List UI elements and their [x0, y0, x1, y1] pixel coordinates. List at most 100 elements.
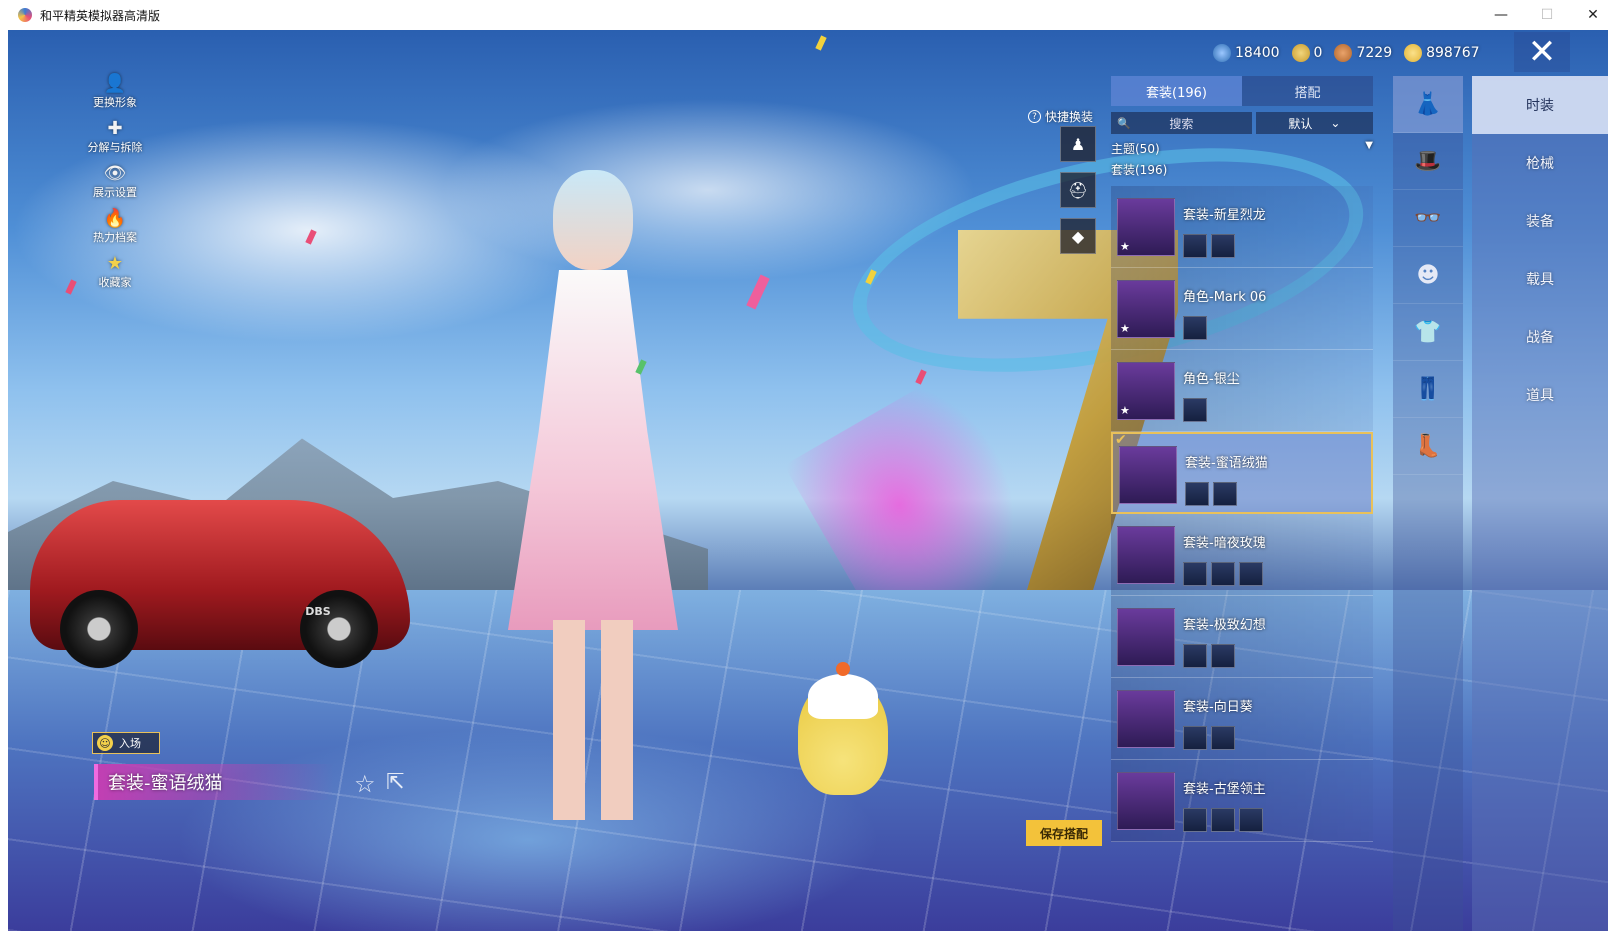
- glasses-icon[interactable]: 👓: [1393, 190, 1463, 247]
- confetti: [746, 274, 770, 310]
- currency-item[interactable]: 0: [1291, 44, 1323, 62]
- quick-slot-character[interactable]: ♟: [1060, 126, 1096, 162]
- quick-change[interactable]: ? 快捷换装: [1028, 108, 1093, 125]
- tool-change-appearance[interactable]: 👤 更换形象: [80, 70, 150, 115]
- tab-firearms[interactable]: 枪械: [1472, 134, 1608, 192]
- list-item[interactable]: ★ 角色-Mark 06: [1111, 268, 1373, 350]
- red-sports-car: [30, 500, 410, 668]
- tab-vehicles[interactable]: 载具: [1472, 250, 1608, 308]
- part-icon[interactable]: [1211, 234, 1235, 258]
- hat-icon[interactable]: 🎩: [1393, 133, 1463, 190]
- window-title: 和平精英模拟器高清版: [40, 8, 161, 23]
- suit-count: 套装(196): [1111, 163, 1168, 177]
- chick-pet: [798, 662, 888, 795]
- list-item[interactable]: ★ 角色-银尘: [1111, 350, 1373, 432]
- current-suit-banner: 套装-蜜语绒猫: [94, 764, 334, 800]
- mask-icon[interactable]: ☻: [1393, 247, 1463, 304]
- chick-hat-bobble: [836, 662, 850, 676]
- tool-collector[interactable]: ★ 收藏家: [80, 250, 150, 295]
- tab-combat-prep[interactable]: 战备: [1472, 308, 1608, 366]
- outfit-thumbnail: [1117, 690, 1175, 748]
- maximize-button[interactable]: ☐: [1524, 0, 1570, 30]
- chevron-down-icon: ⌄: [1330, 116, 1341, 130]
- minimize-button[interactable]: —: [1478, 0, 1524, 30]
- pants-icon[interactable]: 👖: [1393, 361, 1463, 418]
- character-silhouette-icon: ♟: [1070, 134, 1086, 154]
- search-placeholder: 搜索: [1169, 116, 1194, 131]
- favorite-star-icon[interactable]: ☆: [354, 770, 376, 798]
- player-character[interactable]: [438, 150, 738, 830]
- list-item[interactable]: 套装-暗夜玫瑰: [1111, 514, 1373, 596]
- tab-fashion[interactable]: 时装: [1472, 76, 1608, 134]
- list-item[interactable]: 套装-向日葵: [1111, 678, 1373, 760]
- gold-c-coin-icon: [1291, 44, 1310, 62]
- part-icon[interactable]: [1183, 398, 1207, 422]
- outfit-name: 套装-古堡领主: [1183, 782, 1266, 797]
- tool-label: 收藏家: [98, 276, 132, 289]
- outfit-name: 套装-新星烈龙: [1183, 208, 1266, 223]
- close-icon[interactable]: ✕: [1514, 32, 1570, 72]
- panel-tabs: 套装(196) 搭配: [1111, 76, 1373, 106]
- part-icon[interactable]: [1239, 562, 1263, 586]
- character-dress: [508, 270, 678, 630]
- outfit-name: 套装-蜜语绒猫: [1185, 456, 1268, 471]
- tool-disassemble[interactable]: ✚ 分解与拆除: [80, 115, 150, 160]
- tool-heat-archive[interactable]: 🔥 热力档案: [80, 205, 150, 250]
- tool-display-settings[interactable]: 👁 展示设置: [80, 160, 150, 205]
- tab-matching[interactable]: 搭配: [1242, 76, 1373, 106]
- outfit-thumbnail: ★: [1117, 198, 1175, 256]
- quick-slot-backpack[interactable]: ⛑: [1060, 172, 1096, 208]
- part-icon[interactable]: [1183, 316, 1207, 340]
- part-icon[interactable]: [1213, 482, 1237, 506]
- currency-item[interactable]: 18400: [1213, 44, 1280, 62]
- save-outfit-button[interactable]: 保存搭配: [1026, 820, 1102, 846]
- car-plate: DBS: [305, 605, 331, 618]
- part-icon[interactable]: [1183, 644, 1207, 668]
- part-icon[interactable]: [1239, 808, 1263, 832]
- outfit-name: 套装-暗夜玫瑰: [1183, 536, 1266, 551]
- sort-dropdown[interactable]: 默认 ⌄: [1255, 112, 1373, 134]
- theme-filter[interactable]: 主题(50) ▼: [1111, 140, 1373, 157]
- part-icon[interactable]: [1183, 808, 1207, 832]
- part-icon[interactable]: [1211, 562, 1235, 586]
- window-controls: — ☐ ✕: [1478, 0, 1616, 30]
- entrance-effect-button[interactable]: ☺ 入场: [92, 732, 160, 754]
- part-icon[interactable]: [1211, 726, 1235, 750]
- list-item[interactable]: 套装-古堡领主: [1111, 760, 1373, 842]
- game-viewport[interactable]: DBS 👤 更换形象 ✚ 分解与拆除 👁 展示设置 🔥 热力档案 ★ 收藏家 1…: [8, 30, 1608, 931]
- quick-slot-diamond[interactable]: ◆: [1060, 218, 1096, 254]
- currency-item[interactable]: 7229: [1334, 44, 1392, 62]
- tab-suits[interactable]: 套装(196): [1111, 76, 1242, 106]
- part-icon[interactable]: [1183, 562, 1207, 586]
- search-input[interactable]: 🔍 搜索: [1111, 112, 1252, 134]
- part-icon[interactable]: [1211, 808, 1235, 832]
- share-icon[interactable]: ⇱: [386, 770, 404, 795]
- list-item-selected[interactable]: ✔ 套装-蜜语绒猫: [1111, 432, 1373, 514]
- smiley-icon: ☺: [97, 735, 113, 751]
- triangle-down-icon: ▼: [1365, 140, 1373, 151]
- part-icon[interactable]: [1185, 482, 1209, 506]
- outfit-thumbnail: [1117, 608, 1175, 666]
- shirt-icon[interactable]: 👕: [1393, 304, 1463, 361]
- part-icon[interactable]: [1211, 644, 1235, 668]
- outfit-thumbnail: [1119, 446, 1177, 504]
- shoes-icon[interactable]: 👢: [1393, 418, 1463, 475]
- list-item[interactable]: 套装-极致幻想: [1111, 596, 1373, 678]
- tab-equipment[interactable]: 装备: [1472, 192, 1608, 250]
- part-icon[interactable]: [1183, 726, 1207, 750]
- outfit-name: 角色-Mark 06: [1183, 290, 1267, 305]
- currency-item[interactable]: 898767: [1404, 44, 1480, 62]
- tool-label: 展示设置: [93, 186, 137, 199]
- outfit-panel: 套装(196) 搭配 🔍 搜索 默认 ⌄ 主题(50) ▼ 套装(196) ★ …: [1111, 76, 1373, 866]
- list-item[interactable]: ★ 套装-新星烈龙: [1111, 186, 1373, 268]
- close-window-button[interactable]: ✕: [1570, 0, 1616, 30]
- tab-items[interactable]: 道具: [1472, 366, 1608, 424]
- outfit-parts: [1183, 726, 1235, 750]
- outfit-icon[interactable]: 👗: [1393, 76, 1463, 133]
- outfit-name: 角色-银尘: [1183, 372, 1240, 387]
- part-icon[interactable]: [1183, 234, 1207, 258]
- character-head: [553, 170, 633, 270]
- currency-value: 0: [1313, 45, 1323, 61]
- car-wheel: [60, 590, 138, 668]
- confetti: [815, 35, 827, 51]
